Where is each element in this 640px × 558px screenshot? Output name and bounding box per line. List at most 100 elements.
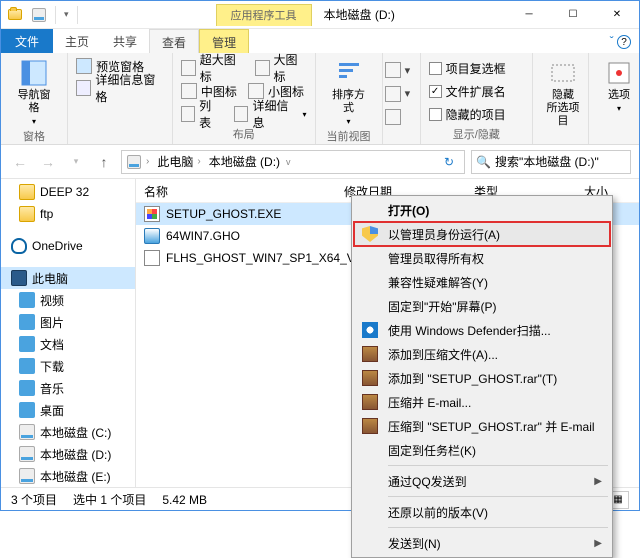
tree-deep32[interactable]: DEEP 32 — [1, 181, 135, 203]
separator — [388, 527, 608, 528]
item-checkboxes-toggle[interactable]: 项目复选框 — [429, 57, 524, 79]
titlebar: ▾ 应用程序工具 本地磁盘 (D:) ─ ☐ ✕ — [1, 1, 639, 29]
up-button[interactable]: ↑ — [93, 151, 115, 173]
contextual-tab-label: 应用程序工具 — [216, 4, 312, 26]
refresh-button[interactable]: ↻ — [438, 155, 460, 169]
file-name: 64WIN7.GHO — [166, 229, 240, 243]
file-tab[interactable]: 文件 — [1, 29, 53, 53]
separator — [388, 465, 608, 466]
status-size: 5.42 MB — [162, 493, 207, 507]
minimize-button[interactable]: ─ — [507, 1, 551, 29]
ctx-pin-taskbar[interactable]: 固定到任务栏(K) — [354, 438, 610, 462]
file-extensions-toggle[interactable]: ✓文件扩展名 — [429, 80, 524, 102]
tree-videos[interactable]: 视频 — [1, 289, 135, 311]
status-selected: 选中 1 个项目 — [73, 491, 146, 508]
ctx-run-as-admin[interactable]: 以管理员身份运行(A) — [354, 222, 610, 246]
tree-drive-d[interactable]: 本地磁盘 (D:) — [1, 443, 135, 465]
ctx-open[interactable]: 打开(O) — [354, 198, 610, 222]
status-count: 3 个项目 — [11, 491, 57, 508]
list-view-button[interactable]: 列表 详细信息▾ — [181, 103, 307, 125]
exe-icon — [144, 206, 160, 222]
rar-icon — [362, 394, 378, 410]
ctx-zip-email[interactable]: 压缩并 E-mail... — [354, 390, 610, 414]
add-columns-button[interactable]: ▾ — [385, 83, 418, 105]
submenu-arrow-icon: ▶ — [594, 538, 610, 549]
maximize-button[interactable]: ☐ — [551, 1, 595, 29]
shield-icon — [362, 226, 378, 242]
col-name[interactable]: 名称 — [136, 179, 336, 202]
group-label-showhide: 显示/隐藏 — [429, 126, 524, 144]
ctx-qq-send[interactable]: 通过QQ发送到▶ — [354, 469, 610, 493]
manage-tab[interactable]: 管理 — [199, 29, 249, 53]
group-by-button[interactable]: ▾ — [385, 59, 418, 81]
ribbon-tabs: 文件 主页 共享 查看 管理 ˇ ? — [1, 29, 639, 53]
navigation-pane-button[interactable]: 导航窗格 ▾ — [9, 57, 59, 128]
ctx-pin-start[interactable]: 固定到"开始"屏幕(P) — [354, 294, 610, 318]
breadcrumb-this-pc[interactable]: 此电脑› — [153, 153, 204, 170]
group-label-current: 当前视图 — [324, 128, 374, 146]
ctx-send-to[interactable]: 发送到(N)▶ — [354, 531, 610, 555]
ctx-take-ownership[interactable]: 管理员取得所有权 — [354, 246, 610, 270]
rar-icon — [362, 346, 378, 362]
hidden-items-toggle[interactable]: 隐藏的项目 — [429, 103, 524, 125]
share-tab[interactable]: 共享 — [101, 29, 149, 53]
window-title: 本地磁盘 (D:) — [312, 6, 507, 23]
file-name: SETUP_GHOST.EXE — [166, 207, 281, 221]
ctx-defender-scan[interactable]: 使用 Windows Defender扫描... — [354, 318, 610, 342]
forward-button[interactable]: → — [37, 151, 59, 173]
separator — [388, 496, 608, 497]
xl-icons-button[interactable]: 超大图标 大图标 — [181, 57, 307, 79]
options-button[interactable]: 选项▾ — [597, 57, 640, 115]
ctx-restore-previous[interactable]: 还原以前的版本(V) — [354, 500, 610, 524]
tree-music[interactable]: 音乐 — [1, 377, 135, 399]
ctx-add-rar[interactable]: 添加到 "SETUP_GHOST.rar"(T) — [354, 366, 610, 390]
recent-dropdown[interactable]: ▾ — [65, 151, 87, 173]
tree-desktop[interactable]: 桌面 — [1, 399, 135, 421]
size-columns-button[interactable] — [385, 106, 418, 128]
address-bar[interactable]: › 此电脑› 本地磁盘 (D:) v ↻ — [121, 150, 465, 174]
address-row: ← → ▾ ↑ › 此电脑› 本地磁盘 (D:) v ↻ 🔍 搜索"本地磁盘 (… — [1, 145, 639, 179]
search-input[interactable]: 🔍 搜索"本地磁盘 (D:)" — [471, 150, 631, 174]
ctx-add-archive[interactable]: 添加到压缩文件(A)... — [354, 342, 610, 366]
tree-pictures[interactable]: 图片 — [1, 311, 135, 333]
tree-documents[interactable]: 文档 — [1, 333, 135, 355]
home-tab[interactable]: 主页 — [53, 29, 101, 53]
breadcrumb-location[interactable]: 本地磁盘 (D:) — [205, 153, 284, 170]
group-label-layout: 布局 — [181, 126, 307, 144]
address-dropdown-icon[interactable]: v — [284, 157, 293, 167]
defender-icon — [362, 322, 378, 338]
rar-icon — [362, 370, 378, 386]
rar-icon — [362, 418, 378, 434]
tree-onedrive[interactable]: OneDrive — [1, 235, 135, 257]
nav-pane-icon — [20, 59, 48, 87]
folder-icon — [7, 7, 23, 23]
ctx-zip-rar-email[interactable]: 压缩到 "SETUP_GHOST.rar" 并 E-mail — [354, 414, 610, 438]
ctx-compatibility[interactable]: 兼容性疑难解答(Y) — [354, 270, 610, 294]
tree-drive-e[interactable]: 本地磁盘 (E:) — [1, 465, 135, 487]
sort-by-button[interactable]: 排序方式▾ — [324, 57, 374, 128]
group-label-panes: 窗格 — [9, 128, 59, 146]
details-pane-button[interactable]: 详细信息窗格 — [76, 77, 164, 99]
tree-downloads[interactable]: 下载 — [1, 355, 135, 377]
close-button[interactable]: ✕ — [595, 1, 639, 29]
back-button[interactable]: ← — [9, 151, 31, 173]
search-placeholder: 搜索"本地磁盘 (D:)" — [495, 153, 599, 170]
hide-icon — [549, 59, 577, 87]
quick-access-toolbar: ▾ — [1, 6, 84, 24]
tree-drive-c[interactable]: 本地磁盘 (C:) — [1, 421, 135, 443]
tree-this-pc[interactable]: 此电脑 — [1, 267, 135, 289]
search-icon: 🔍 — [476, 155, 491, 169]
view-tab[interactable]: 查看 — [149, 29, 199, 53]
options-icon — [605, 59, 633, 87]
context-menu: 打开(O) 以管理员身份运行(A) 管理员取得所有权 兼容性疑难解答(Y) 固定… — [351, 195, 613, 558]
drive-icon — [31, 7, 47, 23]
tree-ftp[interactable]: ftp — [1, 203, 135, 225]
hide-selected-button[interactable]: 隐藏 所选项目 — [541, 57, 585, 130]
submenu-arrow-icon: ▶ — [594, 476, 610, 487]
qat-dropdown-icon[interactable]: ▾ — [64, 9, 69, 20]
sort-icon — [335, 59, 363, 87]
navigation-tree[interactable]: DEEP 32 ftp OneDrive 此电脑 视频 图片 文档 下载 音乐 … — [1, 179, 136, 487]
archive-icon — [144, 250, 160, 266]
ribbon: 导航窗格 ▾ 窗格 预览窗格 详细信息窗格 超大图标 大图标 中图标 小图标 列… — [1, 53, 639, 145]
ribbon-collapse-icon[interactable]: ˇ ? — [602, 30, 639, 54]
